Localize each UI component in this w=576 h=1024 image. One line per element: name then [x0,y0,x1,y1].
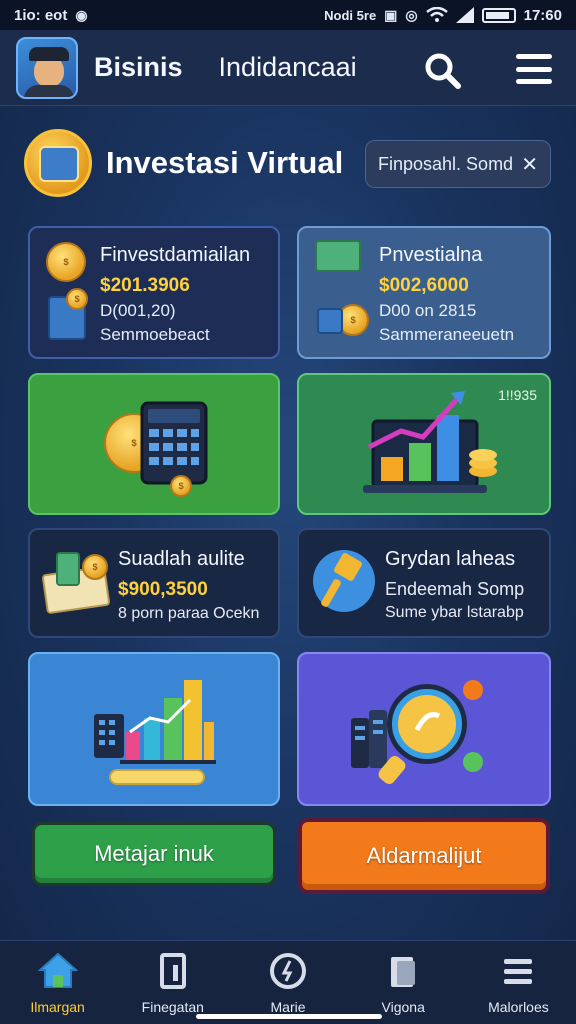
card-title: Grydan laheas [385,548,516,570]
wallet-icon [317,308,343,334]
app-bar: Bisinis Indidancaai [0,30,576,106]
hamburger-menu-icon[interactable] [516,54,552,84]
status-bar: 1io: eot ◉ Nodi 5re ▣ ◎ 17:60 [0,0,576,30]
calculator-icon [140,401,208,485]
app-title: Bisinis [94,52,183,82]
magnifier-card[interactable] [297,652,551,806]
filter-chip[interactable]: Finposahl. Somd ✕ [365,140,551,188]
nav-label: Ilmargan [30,999,85,1015]
card-sub: D00 on 2815 [379,301,477,320]
growth-chart-card[interactable]: 1!!935 [297,373,551,515]
document-icon [159,953,186,989]
card-note: Sume ybar lstarabp [385,604,524,621]
alarm-icon: ◎ [405,6,418,23]
investment-card-2[interactable]: Pnvestialna $002,6000 D00 on 2815 Sammer… [297,226,551,359]
coin-icon [66,288,88,310]
section-title: Investasi Virtual [106,145,344,180]
bottom-navigation: Ilmargan Finegatan Marie Vigona Malorloe… [0,940,576,1024]
status-carrier: Nodi 5re [324,7,377,23]
card-amount: $002,6000 [379,275,469,296]
coin-icon [46,242,86,282]
card-note: Semmoebeact [100,325,210,344]
home-indicator[interactable] [196,1014,382,1019]
nav-label: Finegatan [141,999,204,1015]
investment-coin-icon [24,129,92,197]
auction-hammer-icon [313,550,375,612]
secondary-button-label: Aldarmalijut [366,843,482,868]
calculator-card[interactable] [28,373,280,515]
growth-chart-icon [363,391,497,493]
primary-button-label: Metajar inuk [94,841,214,866]
card-sub: D(001,20) [100,301,176,320]
card-sub: Endeemah Somp [385,579,525,599]
nav-item-files[interactable]: Vigona [346,941,461,1024]
bill-icon [56,552,80,586]
menu-icon [504,959,533,984]
bar-chart-icon [94,680,216,785]
section-header: Investasi Virtual Finposahl. Somd ✕ [24,128,556,198]
card-note: 8 porn paraa Ocekn [118,605,260,622]
wifi-icon [425,7,448,22]
primary-button[interactable]: Metajar inuk [32,822,276,886]
card-amount: $201.3906 [100,275,190,296]
nfc-icon: ▣ [384,6,398,23]
investment-card-6[interactable]: Grydan laheas Endeemah Somp Sume ybar ls… [297,528,551,638]
bar-chart-card[interactable] [28,652,280,806]
investment-card-1[interactable]: Finvestdamiailan $201.3906 D(001,20) Sem… [28,226,280,359]
app-tab[interactable]: Indidancaai [219,52,357,83]
nav-label: Marie [270,999,306,1015]
nav-label: Vigona [381,999,425,1015]
search-icon[interactable] [422,50,462,90]
cash-icon [315,240,361,272]
card-title: Suadlah aulite [118,548,245,570]
card-title: Pnvestialna [379,244,483,266]
status-clock: 17:60 [523,6,562,24]
card-amount: $900,3500 [118,579,208,600]
avatar[interactable] [16,36,78,99]
home-icon [37,952,78,988]
magnifier-icon [351,680,483,785]
card-title: Finvestdamiailan [100,244,251,266]
nav-label: Malorloes [488,999,549,1015]
nav-item-market[interactable]: Marie [230,941,345,1024]
nav-item-more[interactable]: Malorloes [461,941,576,1024]
status-time: 1io: eot [14,6,68,24]
card-note: Sammeraneeuetn [379,325,515,344]
filter-chip-label: Finposahl. Somd [378,153,514,174]
close-icon[interactable]: ✕ [521,152,538,177]
file-icon [391,957,416,987]
nav-item-documents[interactable]: Finegatan [115,941,230,1024]
secondary-button[interactable]: Aldarmalijut [298,818,550,894]
investment-card-5[interactable]: Suadlah aulite $900,3500 8 porn paraa Oc… [28,528,280,638]
clock-icon [270,953,306,989]
coin-icon [170,475,192,497]
battery-icon [481,7,516,23]
coin-icon [82,554,108,580]
notification-icon: ◉ [75,6,88,23]
nav-item-home[interactable]: Ilmargan [0,941,115,1024]
signal-icon [455,7,474,23]
